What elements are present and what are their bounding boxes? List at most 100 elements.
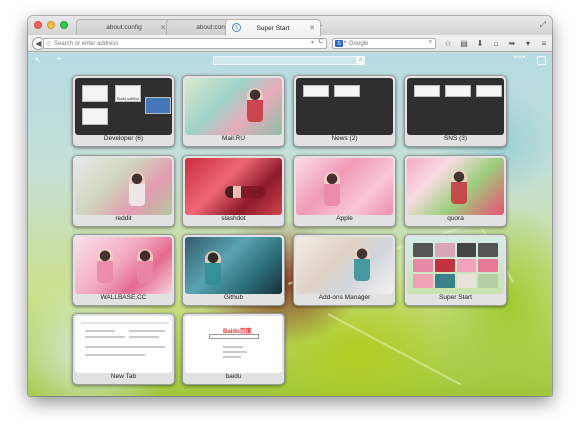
speed-dial-site-reddit[interactable]: reddit: [72, 155, 175, 227]
mini-tile: [456, 243, 477, 257]
hamburger-menu-icon[interactable]: ≡: [538, 37, 550, 49]
tab-strip: about:config ✕ about:config ✕ S Super St…: [28, 16, 552, 36]
search-icon[interactable]: ⌕: [356, 56, 365, 65]
mini-tile: [456, 274, 477, 288]
speed-dial-site-super-start[interactable]: Super Start: [404, 234, 507, 306]
search-icon[interactable]: ⌕: [429, 39, 432, 46]
speed-dial-site-new-tab[interactable]: New Tab: [72, 313, 175, 385]
page-line: [85, 336, 125, 338]
url-placeholder: Search or enter address: [54, 40, 119, 47]
thumbnail-figure: [324, 172, 340, 206]
tile-label: WALLBASE.CC: [100, 294, 147, 301]
baidu-search-box: [209, 334, 259, 339]
speed-dial-site-wallbase[interactable]: WALLBASE.CC: [72, 234, 175, 306]
mini-screenshot: [334, 85, 360, 97]
mini-screenshot: Build softfoo: [115, 85, 141, 102]
share-icon[interactable]: ➥: [506, 37, 518, 49]
speed-dial-site-addons-manager[interactable]: Add-ons Manager: [293, 234, 396, 306]
page-line: [85, 354, 145, 356]
fullscreen-icon[interactable]: ⤢: [540, 20, 546, 30]
page-line: [85, 346, 165, 348]
speed-dial-folder-news[interactable]: News (2): [293, 75, 396, 147]
home-icon[interactable]: ⌂: [490, 37, 502, 49]
maximize-window-button[interactable]: [60, 21, 68, 29]
clipboard-icon[interactable]: ▤: [458, 37, 470, 49]
tile-thumbnail: [296, 237, 393, 294]
tile-label: slashdot: [221, 215, 246, 222]
tile-thumbnail: [407, 237, 504, 294]
page-line: [223, 351, 247, 353]
background-decoration: [327, 313, 461, 386]
sidebar-toggle-icon[interactable]: [537, 56, 546, 65]
tile-label: Github: [223, 294, 244, 301]
mini-screenshot: [145, 97, 171, 114]
url-bar[interactable]: ◎ Search or enter address ▾ C: [43, 38, 327, 49]
mini-tile: [413, 274, 433, 288]
bookmark-star-icon[interactable]: ☆: [442, 37, 454, 49]
tile-thumbnail: Baidu百度: [185, 316, 282, 373]
mini-screenshot: [303, 85, 329, 97]
tile-thumbnail: [296, 78, 393, 135]
page-line: [223, 356, 241, 358]
mini-tile: [434, 258, 455, 273]
page-line: [129, 336, 159, 338]
tile-thumbnail: [407, 158, 504, 215]
super-start-favicon-icon: S: [232, 23, 241, 32]
tile-label: Developer (6): [103, 135, 144, 142]
mini-tile: [478, 243, 498, 257]
add-site-icon[interactable]: +: [56, 53, 62, 65]
speed-dial-site-quora[interactable]: quora: [404, 155, 507, 227]
speed-dial-site-apple[interactable]: Apple: [293, 155, 396, 227]
close-window-button[interactable]: [34, 21, 42, 29]
tab-about-config-1[interactable]: about:config ✕: [76, 19, 172, 35]
download-icon[interactable]: ⬇: [474, 37, 486, 49]
search-engine-icon[interactable]: S: [335, 40, 343, 47]
page-line: [81, 322, 169, 324]
tile-label: baidu: [225, 373, 242, 380]
dropdown-arrow-icon[interactable]: ▾: [311, 39, 314, 46]
tile-label: quora: [447, 215, 464, 222]
thumbnail-figure: [451, 170, 467, 204]
globe-icon: ◎: [46, 41, 52, 47]
mini-screenshot: [445, 85, 471, 97]
tab-label: about:config: [106, 24, 142, 31]
browser-window: about:config ✕ about:config ✕ S Super St…: [28, 16, 552, 396]
tile-thumbnail: [75, 316, 172, 373]
tab-close-icon[interactable]: ✕: [309, 24, 315, 32]
tile-label: New Tab: [110, 373, 137, 380]
tile-thumbnail: [185, 78, 282, 135]
tile-thumbnail: [185, 237, 282, 294]
reload-icon[interactable]: C: [319, 39, 323, 45]
mini-tile: [478, 258, 498, 273]
navigation-bar: ◀ ◎ Search or enter address ▾ C S ▾ Goog…: [28, 35, 552, 52]
thumbnail-figure: [97, 249, 113, 283]
mini-screenshot: [82, 85, 108, 102]
search-bar[interactable]: S ▾ Google ⌕: [332, 38, 436, 49]
speed-dial-folder-developer[interactable]: Build softfoo Developer (6): [72, 75, 175, 147]
cursor-icon[interactable]: ↖: [34, 55, 42, 66]
tile-thumbnail: [75, 158, 172, 215]
speed-dial-site-baidu[interactable]: Baidu百度 baidu: [182, 313, 285, 385]
page-toolbar: ↖ + ⌕ •••: [28, 53, 552, 67]
chevron-down-icon[interactable]: ▾: [344, 39, 346, 44]
more-options-icon[interactable]: •••: [514, 53, 526, 62]
tab-super-start[interactable]: S Super Start ✕: [225, 19, 321, 36]
mini-speed-dial-grid: [413, 243, 498, 288]
speed-dial-site-github[interactable]: Github: [182, 234, 285, 306]
tile-label: Add-ons Manager: [318, 294, 371, 301]
speed-dial-folder-sns[interactable]: SNS (3): [404, 75, 507, 147]
tile-label: SNS (3): [443, 135, 468, 142]
tile-label: News (2): [331, 135, 358, 142]
page-line: [85, 330, 115, 332]
search-placeholder: Google: [349, 40, 369, 47]
page-search-input[interactable]: [213, 56, 363, 65]
minimize-window-button[interactable]: [47, 21, 55, 29]
mini-tile: [478, 274, 498, 288]
tile-label: Apple: [336, 215, 353, 222]
tile-thumbnail: [296, 158, 393, 215]
thumbnail-figure: [225, 186, 265, 198]
speed-dial-site-mailru[interactable]: Mail.RU: [182, 75, 285, 147]
chevron-down-icon[interactable]: ▾: [522, 37, 534, 49]
mini-screenshot: [476, 85, 502, 97]
speed-dial-site-slashdot[interactable]: slashdot: [182, 155, 285, 227]
